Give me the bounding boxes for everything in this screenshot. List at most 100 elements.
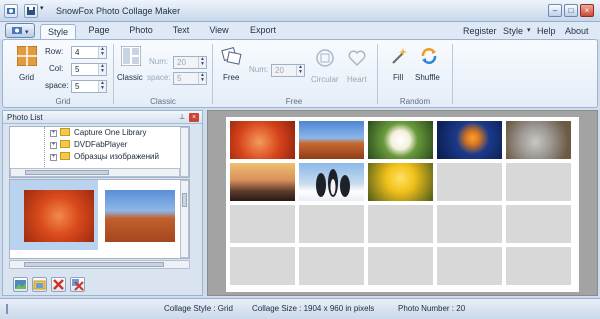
folder-icon — [60, 140, 70, 148]
minimize-icon[interactable]: – — [548, 4, 562, 17]
expand-icon[interactable]: + — [50, 142, 57, 149]
classic-num-stepper[interactable]: 20 ▲ ▼ — [173, 56, 207, 69]
collage-empty-cell[interactable] — [437, 247, 502, 285]
tree-horizontal-scrollbar[interactable] — [10, 168, 180, 177]
photo-list-panel: Photo List ⊥ × + Capture One Library + DVD… — [2, 110, 203, 296]
pin-icon[interactable]: ⊥ — [177, 113, 187, 122]
collage-photo-dahlia[interactable] — [230, 121, 295, 159]
collage-photo-desert[interactable] — [299, 121, 364, 159]
tab-export[interactable]: Export — [244, 25, 282, 39]
collage-empty-cell[interactable] — [230, 205, 295, 243]
scroll-thumb[interactable] — [24, 262, 164, 267]
style-dropdown-icon[interactable]: ▾ — [527, 26, 531, 34]
collage-empty-cell[interactable] — [437, 163, 502, 201]
tab-view[interactable]: View — [202, 25, 236, 39]
save-icon[interactable] — [24, 4, 38, 18]
expand-icon[interactable]: + — [50, 130, 57, 137]
group-divider — [113, 44, 114, 104]
random-group-label: Random — [399, 97, 431, 106]
thumbnail-dahlia[interactable] — [24, 190, 94, 242]
collage-empty-cell[interactable] — [437, 205, 502, 243]
collage-canvas-area — [207, 110, 598, 296]
grid-group-label: Grid — [55, 97, 71, 106]
collage-canvas[interactable] — [226, 117, 579, 292]
row-stepper[interactable]: 4 ▲ ▼ — [71, 46, 107, 59]
free-num-stepper[interactable]: 20 ▲ ▼ — [271, 64, 305, 77]
collage-photo-jellyfish[interactable] — [437, 121, 502, 159]
collage-empty-cell[interactable] — [506, 205, 571, 243]
help-menu[interactable]: Help — [537, 26, 556, 36]
collage-empty-cell[interactable] — [506, 247, 571, 285]
collage-photo-tulips[interactable] — [368, 163, 433, 201]
heart-layout-icon[interactable] — [347, 48, 367, 70]
close-panel-icon[interactable]: × — [189, 113, 199, 122]
about-menu[interactable]: About — [565, 26, 589, 36]
style-menu[interactable]: Style — [503, 26, 523, 36]
ribbon-panel: Grid Row: 4 ▲ ▼ Col: 5 ▲ ▼ space: 5 ▲ ▼ Grid C… — [2, 39, 598, 108]
tree-item-label: Capture One Library — [74, 128, 147, 137]
shuffle-button[interactable]: Shuffle — [415, 73, 440, 82]
scroll-thumb[interactable] — [182, 193, 187, 207]
tree-item[interactable]: + Образцы изображений — [50, 152, 159, 163]
collage-photo-lighthouse[interactable] — [230, 163, 295, 201]
quick-access-dropdown-icon[interactable]: ▾ — [40, 4, 50, 18]
fill-button[interactable]: Fill — [393, 73, 403, 82]
remove-photo-icon[interactable] — [51, 277, 66, 292]
classic-layout-icon[interactable] — [120, 45, 142, 68]
remove-all-photos-icon[interactable] — [70, 277, 85, 292]
shuffle-icon[interactable] — [419, 46, 439, 68]
collage-empty-cell[interactable] — [506, 163, 571, 201]
ribbon-tabs: ▾ Style Page Photo Text View Export Regi… — [0, 22, 600, 40]
scroll-thumb[interactable] — [25, 170, 109, 175]
circular-button[interactable]: Circular — [311, 75, 339, 84]
classic-num-label: Num: — [149, 57, 169, 66]
heart-button[interactable]: Heart — [347, 75, 367, 84]
free-button[interactable]: Free — [223, 73, 239, 82]
tree-line — [44, 127, 45, 171]
grid-button[interactable]: Grid — [19, 73, 34, 82]
title-bar: ▾ SnowFox Photo Collage Maker – □ × — [0, 0, 600, 22]
folder-icon — [60, 152, 70, 160]
tab-page[interactable]: Page — [82, 25, 116, 39]
grid-space-stepper[interactable]: 5 ▲ ▼ — [71, 80, 107, 93]
grid-space-label: space: — [45, 81, 69, 90]
maximize-icon[interactable]: □ — [564, 4, 578, 17]
col-stepper[interactable]: 5 ▲ ▼ — [71, 63, 107, 76]
thumbnail-desert[interactable] — [105, 190, 175, 242]
close-icon[interactable]: × — [580, 4, 594, 17]
magic-wand-icon[interactable] — [389, 46, 409, 68]
tab-style[interactable]: Style — [40, 24, 76, 40]
collage-photo-hydrangea[interactable] — [368, 121, 433, 159]
free-num-label: Num: — [249, 65, 269, 74]
collage-empty-cell[interactable] — [368, 247, 433, 285]
collage-empty-cell[interactable] — [299, 205, 364, 243]
app-logo-icon[interactable] — [4, 4, 18, 18]
thumbnails-vertical-scrollbar[interactable] — [180, 180, 189, 258]
free-layout-icon[interactable] — [221, 46, 243, 70]
collage-photo-penguins[interactable] — [299, 163, 364, 201]
collage-empty-cell[interactable] — [230, 247, 295, 285]
group-divider — [377, 44, 378, 104]
expand-icon[interactable]: + — [50, 154, 57, 161]
tree-item[interactable]: + DVDFabPlayer — [50, 140, 127, 151]
folder-tree: + Capture One Library + DVDFabPlayer + Обра… — [9, 126, 190, 178]
classic-group-label: Classic — [150, 97, 176, 106]
status-collage-size: Collage Size : 1904 x 960 in pixels — [252, 304, 375, 313]
classic-button[interactable]: Classic — [117, 73, 143, 82]
add-folder-icon[interactable] — [32, 277, 47, 292]
tab-text[interactable]: Text — [166, 25, 196, 39]
tree-item[interactable]: + Capture One Library — [50, 128, 147, 139]
app-menu-button[interactable]: ▾ — [5, 23, 35, 38]
register-menu[interactable]: Register — [463, 26, 497, 36]
collage-photo-koala[interactable] — [506, 121, 571, 159]
classic-space-stepper[interactable]: 5 ▲ ▼ — [173, 72, 207, 85]
collage-empty-cell[interactable] — [368, 205, 433, 243]
add-photo-icon[interactable] — [13, 277, 28, 292]
collage-empty-cell[interactable] — [299, 247, 364, 285]
tab-photo[interactable]: Photo — [122, 25, 160, 39]
tree-vertical-scrollbar[interactable] — [180, 127, 189, 177]
thumbnails-horizontal-scrollbar[interactable] — [9, 260, 190, 269]
circular-layout-icon[interactable] — [315, 48, 335, 70]
photo-list-title: Photo List — [3, 111, 202, 124]
grid-layout-icon[interactable] — [16, 45, 38, 68]
